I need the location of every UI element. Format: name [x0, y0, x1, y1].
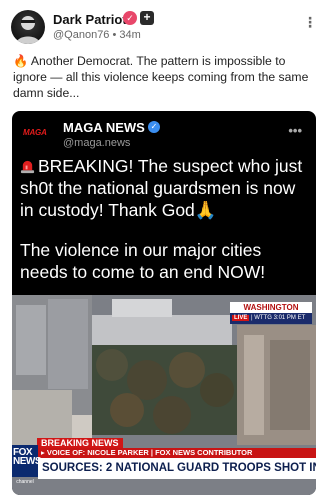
more-options-icon[interactable]: ⋮ — [302, 14, 318, 30]
location-tag: WASHINGTON LIVE | WTTG 3:01 PM ET — [230, 302, 312, 324]
siren-icon — [20, 160, 35, 174]
repost-handle: @maga.news — [63, 137, 131, 149]
repost-more-icon: ••• — [288, 123, 302, 138]
maga-logo-text: MAGA — [23, 128, 47, 137]
author-name[interactable]: Dark Patriot — [53, 12, 127, 27]
repost-header: MAGA MAGA NEWS ✓ @maga.news ••• — [12, 111, 316, 155]
post-header: Dark Patriot ✓ + @Qanon76 • 34m ⋮ — [0, 0, 328, 50]
live-info: | WTTG 3:01 PM ET — [251, 315, 306, 321]
news-broadcast-still: WASHINGTON LIVE | WTTG 3:01 PM ET BREAKI… — [12, 295, 316, 495]
ticker-headline: SOURCES: 2 NATIONAL GUARD TROOPS SHOT IN… — [38, 458, 316, 479]
maga-news-logo: MAGA — [23, 125, 55, 141]
fox-channel-label: channel — [16, 479, 34, 485]
author-avatar[interactable] — [11, 10, 45, 44]
fox-news-logo: FOX NEWS channel — [12, 445, 42, 485]
subscribe-plus-icon[interactable]: + — [140, 11, 154, 25]
repost-verified-icon: ✓ — [148, 121, 160, 133]
voice-of-bar: ▸ VOICE OF: NICOLE PARKER | FOX NEWS CON… — [37, 448, 316, 458]
breaking-news-tag: BREAKING NEWS — [37, 438, 123, 448]
author-handle-time: @Qanon76 • 34m — [53, 29, 141, 41]
verified-badge-icon: ✓ — [123, 11, 137, 25]
shared-media-card[interactable]: MAGA MAGA NEWS ✓ @maga.news ••• BREAKING… — [12, 111, 316, 495]
news-lower-third: BREAKING NEWS ▸ VOICE OF: NICOLE PARKER … — [12, 435, 316, 495]
repost-headline: BREAKING! The suspect who just sh0t the … — [20, 155, 312, 221]
repost-headline-text: BREAKING! The suspect who just sh0t the … — [20, 156, 303, 220]
fox-logo-text: FOX NEWS — [13, 447, 42, 467]
post-body-text: 🔥 Another Democrat. The pattern is impos… — [13, 54, 309, 100]
repost-author-name: MAGA NEWS — [63, 120, 145, 135]
location-name: WASHINGTON — [230, 302, 312, 313]
live-bar: LIVE | WTTG 3:01 PM ET — [230, 313, 312, 324]
repost-subline: The violence in our major cities needs t… — [20, 240, 266, 282]
live-label: LIVE — [232, 315, 250, 321]
